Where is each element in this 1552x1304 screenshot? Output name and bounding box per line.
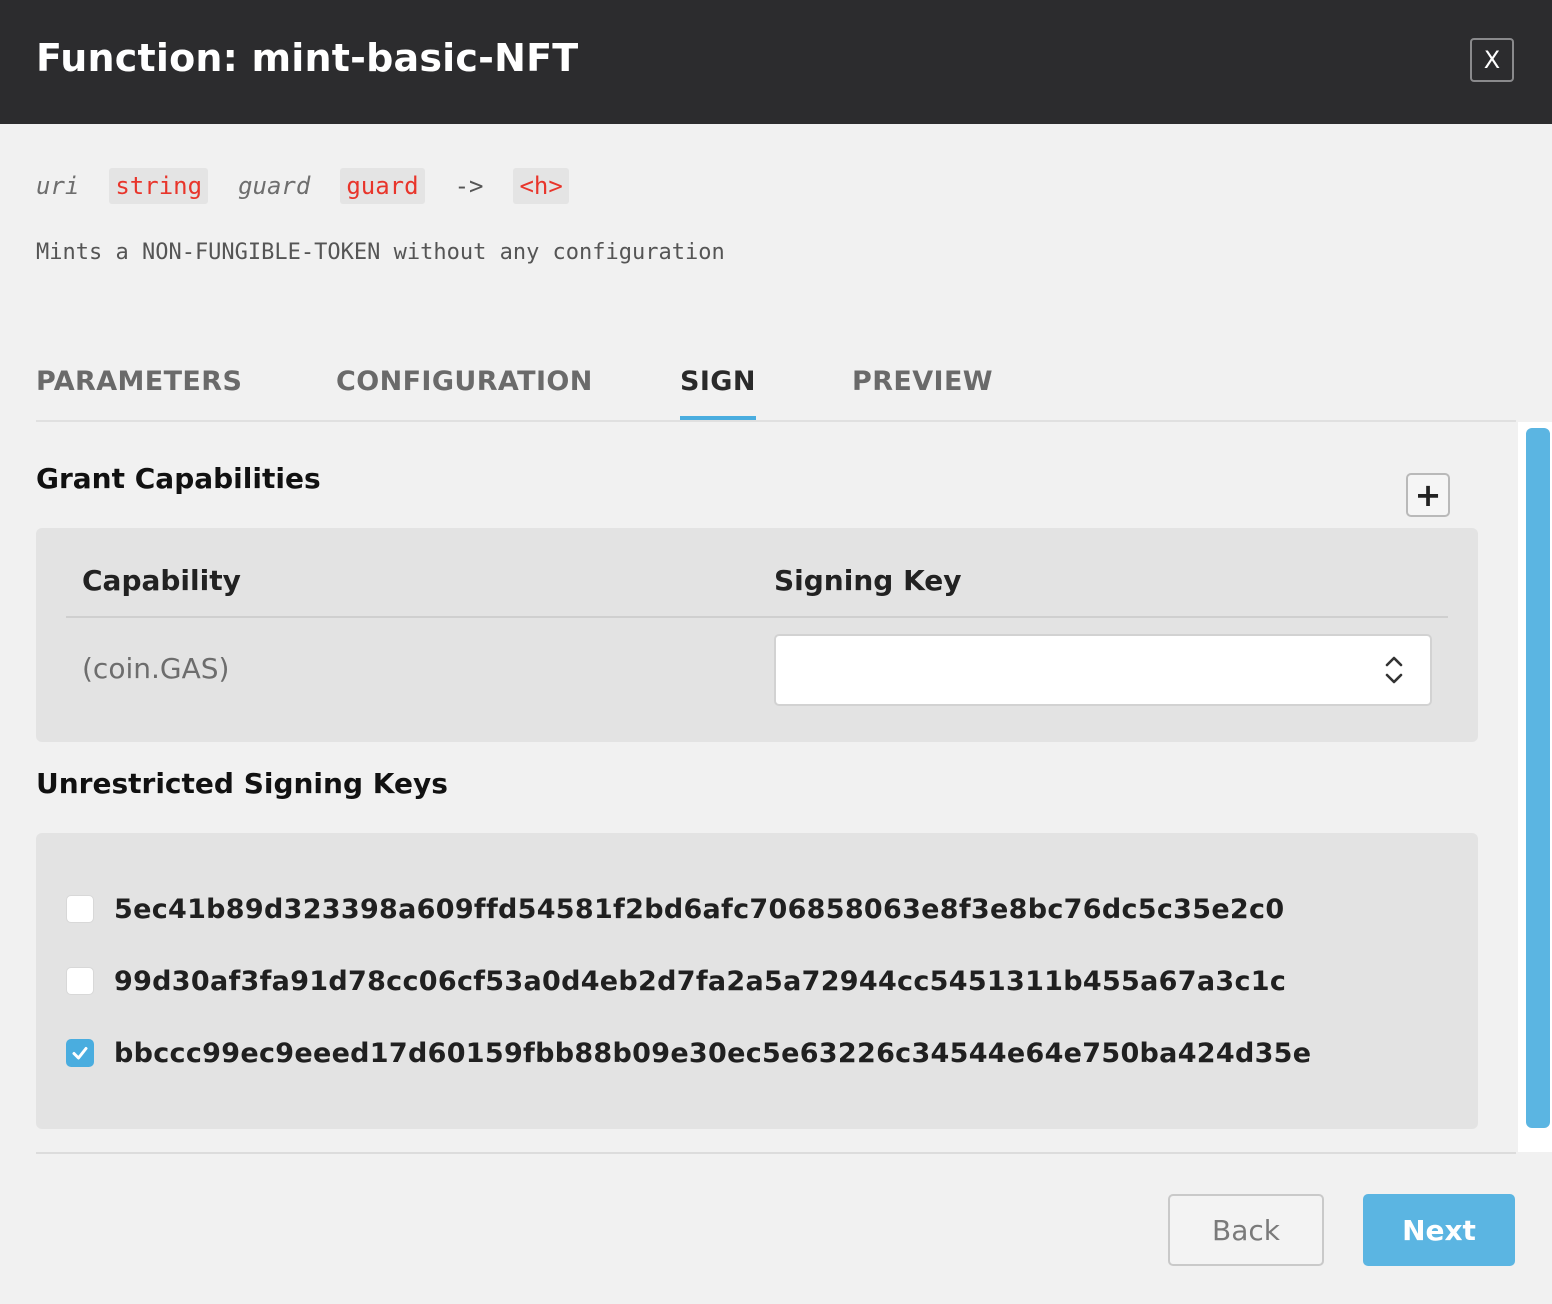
tab-sign[interactable]: SIGN <box>680 366 756 420</box>
signing-key-hash: 5ec41b89d323398a609ffd54581f2bd6afc70685… <box>114 893 1285 925</box>
tab-configuration[interactable]: CONFIGURATION <box>336 366 593 420</box>
return-type: <h> <box>513 168 569 204</box>
list-item[interactable]: 5ec41b89d323398a609ffd54581f2bd6afc70685… <box>66 889 1284 929</box>
tab-preview[interactable]: PREVIEW <box>852 366 993 420</box>
dialog-titlebar: Function: mint-basic-NFT X <box>0 0 1552 124</box>
checkmark-icon <box>72 1047 88 1060</box>
close-button[interactable]: X <box>1470 38 1514 82</box>
return-arrow: -> <box>454 172 484 200</box>
column-header-capability: Capability <box>82 564 241 597</box>
param-type-guard: guard <box>340 168 425 204</box>
list-item[interactable]: 99d30af3fa91d78cc06cf53a0d4eb2d7fa2a5a72… <box>66 961 1286 1001</box>
grant-capabilities-heading: Grant Capabilities <box>36 462 321 495</box>
function-signature: uri string guard guard -> <h> <box>36 166 599 206</box>
key-checkbox[interactable] <box>66 895 94 923</box>
capability-name: (coin.GAS) <box>82 652 230 685</box>
footer-divider <box>36 1152 1516 1154</box>
column-header-signing-key: Signing Key <box>774 564 962 597</box>
add-capability-button[interactable]: + <box>1406 473 1450 517</box>
back-button[interactable]: Back <box>1168 1194 1324 1266</box>
tab-bar: PARAMETERS CONFIGURATION SIGN PREVIEW <box>36 360 1516 422</box>
chevron-up-down-icon <box>1385 656 1403 684</box>
tab-parameters[interactable]: PARAMETERS <box>36 366 242 420</box>
param-type-string: string <box>109 168 209 204</box>
list-item[interactable]: bbccc99ec9eeed17d60159fbb88b09e30ec5e632… <box>66 1033 1311 1073</box>
signing-key-hash: 99d30af3fa91d78cc06cf53a0d4eb2d7fa2a5a72… <box>114 965 1287 997</box>
function-doc: Mints a NON-FUNGIBLE-TOKEN without any c… <box>36 240 725 265</box>
table-divider <box>66 616 1448 618</box>
unrestricted-keys-list: 5ec41b89d323398a609ffd54581f2bd6afc70685… <box>36 833 1478 1129</box>
dialog-title: Function: mint-basic-NFT <box>36 36 579 80</box>
signing-key-select[interactable] <box>774 634 1432 706</box>
capabilities-table: Capability Signing Key (coin.GAS) <box>36 528 1478 742</box>
param-name-uri: uri <box>36 172 80 200</box>
param-name-guard: guard <box>238 172 311 200</box>
key-checkbox-checked[interactable] <box>66 1039 94 1067</box>
signing-key-hash: bbccc99ec9eeed17d60159fbb88b09e30ec5e632… <box>114 1037 1312 1069</box>
next-button[interactable]: Next <box>1363 1194 1515 1266</box>
key-checkbox[interactable] <box>66 967 94 995</box>
scrollbar-thumb[interactable] <box>1526 428 1550 1128</box>
unrestricted-keys-heading: Unrestricted Signing Keys <box>36 767 448 800</box>
